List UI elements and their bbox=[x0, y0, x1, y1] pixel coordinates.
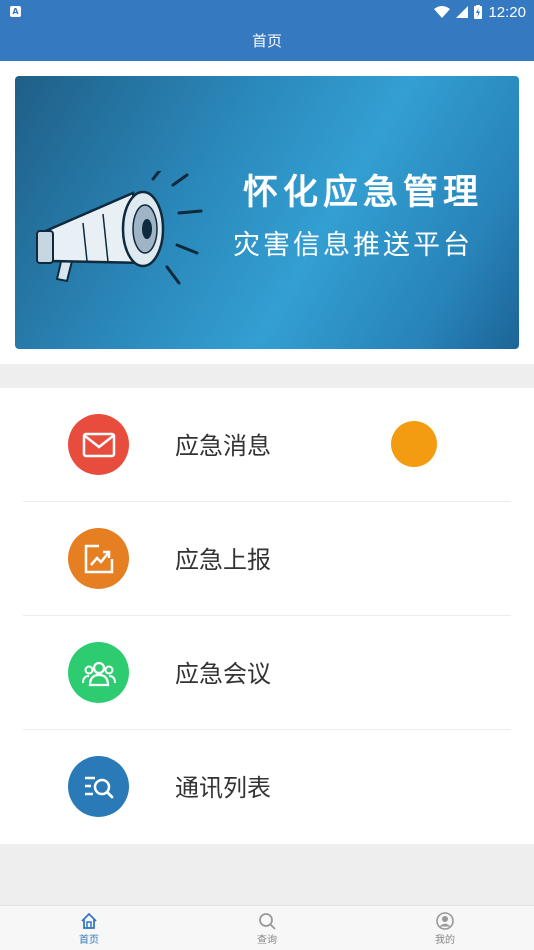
notification-badge bbox=[391, 421, 437, 467]
app-notification-icon: A bbox=[10, 6, 21, 17]
mail-icon bbox=[68, 414, 129, 475]
home-icon bbox=[81, 912, 97, 929]
banner-subtitle: 灾害信息推送平台 bbox=[233, 230, 473, 261]
search-icon bbox=[259, 913, 276, 930]
clock: 12:20 bbox=[488, 3, 526, 21]
battery-icon bbox=[474, 5, 483, 19]
search-list-icon bbox=[68, 756, 129, 817]
tab-home[interactable]: 首页 bbox=[0, 906, 178, 950]
menu-item-label: 通讯列表 bbox=[175, 774, 271, 802]
wifi-icon bbox=[434, 6, 451, 18]
status-bar: A 12:20 bbox=[0, 0, 534, 24]
page-title: 首页 bbox=[0, 24, 534, 61]
banner-section: 怀化应急管理 灾害信息推送平台 bbox=[0, 61, 534, 364]
menu-item-emergency-report[interactable]: 应急上报 bbox=[23, 502, 511, 616]
status-icons: 12:20 bbox=[434, 0, 526, 24]
menu-item-emergency-meeting[interactable]: 应急会议 bbox=[23, 616, 511, 730]
report-chart-icon bbox=[68, 528, 129, 589]
menu-item-label: 应急会议 bbox=[175, 660, 271, 688]
meeting-people-icon bbox=[68, 642, 129, 703]
bottom-tab-bar: 首页 查询 我的 bbox=[0, 905, 534, 950]
menu-item-label: 应急消息 bbox=[175, 432, 271, 460]
signal-icon bbox=[456, 6, 469, 18]
banner-title: 怀化应急管理 bbox=[243, 173, 484, 213]
tab-label: 我的 bbox=[435, 935, 455, 946]
menu-item-contact-list[interactable]: 通讯列表 bbox=[23, 730, 511, 844]
menu-list: 应急消息 应急上报 应急会议 通讯列表 bbox=[0, 388, 534, 844]
tab-label: 首页 bbox=[79, 935, 99, 946]
megaphone-icon bbox=[36, 171, 203, 285]
banner-image[interactable]: 怀化应急管理 灾害信息推送平台 bbox=[15, 76, 519, 349]
tab-search[interactable]: 查询 bbox=[178, 906, 356, 950]
menu-item-label: 应急上报 bbox=[175, 546, 271, 574]
tab-label: 查询 bbox=[257, 935, 277, 946]
menu-item-emergency-messages[interactable]: 应急消息 bbox=[23, 388, 511, 502]
tab-profile[interactable]: 我的 bbox=[356, 906, 534, 950]
profile-icon bbox=[436, 912, 454, 930]
